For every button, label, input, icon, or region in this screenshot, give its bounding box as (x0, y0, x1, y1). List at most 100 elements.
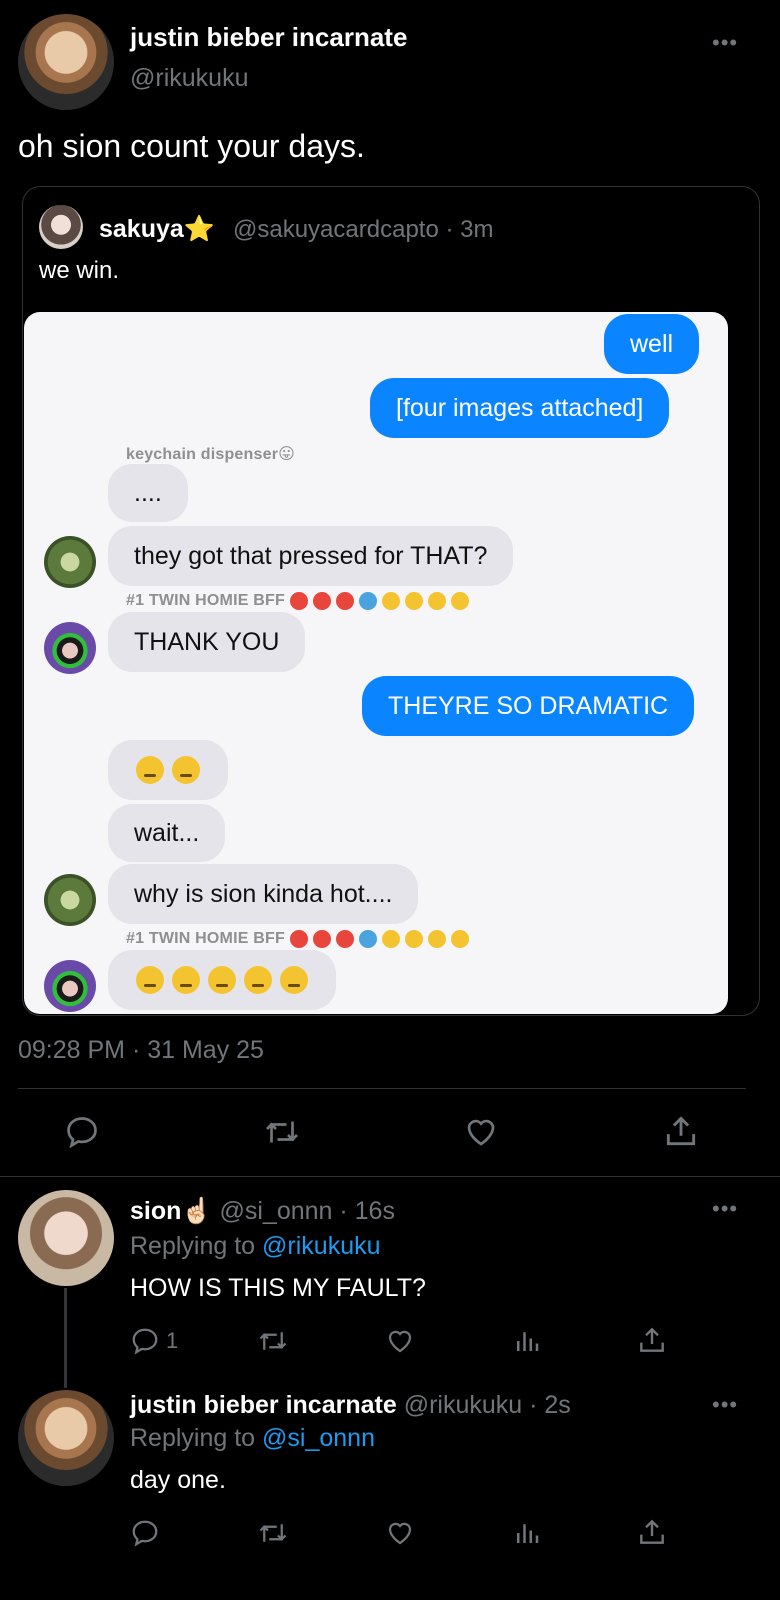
emoji-icon (208, 966, 236, 994)
message-bubble-outgoing: [four images attached] (370, 378, 670, 438)
contact-avatar (44, 874, 96, 926)
reply-icon (132, 1328, 158, 1355)
message-text: well (630, 329, 674, 358)
emoji-icon (136, 756, 164, 784)
reply-avatar[interactable] (18, 1390, 114, 1486)
message-text: why is sion kinda hot.... (134, 879, 393, 908)
replying-to-label: Replying to (130, 1232, 256, 1260)
message-bubble-incoming (108, 740, 228, 800)
retweet-button[interactable] (256, 1518, 290, 1548)
reply-count: 1 (166, 1328, 179, 1353)
message-bubble-incoming (108, 950, 336, 1010)
analytics-button[interactable] (512, 1518, 542, 1548)
reply-text: HOW IS THIS MY FAULT? (130, 1274, 426, 1302)
reply-header: justin bieber incarnate @rikukuku · 2s (130, 1391, 571, 1420)
retweet-icon (259, 1524, 287, 1542)
replying-to-link[interactable]: @si_onnn (262, 1424, 375, 1452)
share-icon (640, 1519, 664, 1544)
sender-name: #1 TWIN HOMIE BFF (126, 930, 469, 948)
quoted-display-name: sakuya⭐ (99, 215, 215, 243)
sender-label: #1 TWIN HOMIE BFF (126, 592, 285, 610)
chat-screenshot[interactable]: well [four images attached] keychain dis… (24, 312, 728, 1014)
emoji-icon (289, 930, 308, 948)
emoji-icon (358, 930, 377, 948)
emoji-icon (289, 592, 308, 610)
analytics-icon (517, 1524, 539, 1543)
contact-avatar (44, 960, 96, 1012)
more-icon[interactable]: ••• (712, 1198, 738, 1220)
retweet-icon (266, 1121, 298, 1143)
message-bubble-incoming: they got that pressed for THAT? (108, 526, 514, 586)
like-button[interactable] (384, 1518, 416, 1548)
emoji-icon (404, 592, 423, 610)
reply-button[interactable]: 1 (130, 1326, 178, 1356)
message-text: [four images attached] (396, 393, 644, 422)
author-avatar[interactable] (18, 14, 114, 110)
share-icon (640, 1327, 664, 1352)
like-button[interactable] (462, 1114, 500, 1150)
emoji-icon (427, 930, 446, 948)
message-text: they got that pressed for THAT? (134, 541, 488, 570)
divider (0, 1176, 780, 1177)
replying-to-label: Replying to (130, 1424, 256, 1452)
more-icon[interactable]: ••• (712, 32, 738, 54)
emoji-icon (381, 592, 400, 610)
tweet-timestamp[interactable]: 09:28 PM · 31 May 25 (18, 1036, 264, 1065)
message-bubble-incoming: THANK YOU (108, 612, 306, 672)
message-bubble-outgoing: THEYRE SO DRAMATIC (362, 676, 695, 736)
sender-name: #1 TWIN HOMIE BFF (126, 592, 469, 610)
quoted-text: we win. (39, 257, 120, 284)
tweet-text: oh sion count your days. (18, 128, 365, 164)
reply-avatar[interactable] (18, 1190, 114, 1286)
heart-icon (388, 1522, 412, 1545)
reply-handle-time[interactable]: @si_onnn · 16s (219, 1197, 394, 1225)
analytics-icon (517, 1332, 539, 1351)
contact-avatar (44, 622, 96, 674)
emoji-icon (312, 930, 331, 948)
emoji-icon (381, 930, 400, 948)
analytics-button[interactable] (512, 1326, 542, 1356)
emoji-icon (404, 930, 423, 948)
message-bubble-incoming: wait... (108, 804, 226, 862)
reply-header: sion☝🏻 @si_onnn · 16s (130, 1197, 395, 1226)
reply-button[interactable] (64, 1114, 100, 1150)
author-display-name[interactable]: justin bieber incarnate (130, 22, 407, 53)
author-handle[interactable]: @rikukuku (130, 64, 248, 93)
emoji-icon (450, 592, 469, 610)
replying-to: Replying to @rikukuku (130, 1232, 381, 1261)
share-button[interactable] (636, 1324, 668, 1356)
more-icon[interactable]: ••• (712, 1394, 738, 1416)
message-text: THEYRE SO DRAMATIC (388, 691, 669, 720)
reply-text: day one. (130, 1466, 226, 1494)
reply-button[interactable] (130, 1518, 160, 1548)
retweet-button[interactable] (262, 1114, 302, 1150)
reply-icon (67, 1117, 97, 1149)
emoji-icon (280, 966, 308, 994)
reply-icon (132, 1520, 158, 1547)
message-text: .... (134, 478, 162, 507)
reply-display-name[interactable]: sion☝🏻 (130, 1197, 213, 1225)
emoji-icon (335, 930, 354, 948)
quoted-avatar (39, 205, 83, 249)
like-button[interactable] (384, 1326, 416, 1356)
reply-handle-time[interactable]: @rikukuku · 2s (404, 1391, 571, 1419)
reply-display-name[interactable]: justin bieber incarnate (130, 1391, 397, 1419)
message-bubble-incoming: .... (108, 464, 188, 522)
share-button[interactable] (636, 1516, 668, 1548)
retweet-icon (259, 1332, 287, 1350)
emoji-icon (244, 966, 272, 994)
retweet-button[interactable] (256, 1326, 290, 1356)
quoted-handle-time: @sakuyacardcapto · 3m (233, 216, 494, 243)
divider (18, 1088, 746, 1089)
emoji-icon (427, 592, 446, 610)
heart-icon (388, 1330, 412, 1353)
emoji-icon (312, 592, 331, 610)
emoji-icon (450, 930, 469, 948)
sender-name: keychain dispenser😛 (126, 446, 295, 463)
contact-avatar (44, 536, 96, 588)
share-button[interactable] (662, 1112, 700, 1150)
message-text: THANK YOU (134, 627, 280, 656)
replying-to: Replying to @si_onnn (130, 1424, 375, 1453)
heart-icon (467, 1119, 495, 1146)
replying-to-link[interactable]: @rikukuku (262, 1232, 380, 1260)
